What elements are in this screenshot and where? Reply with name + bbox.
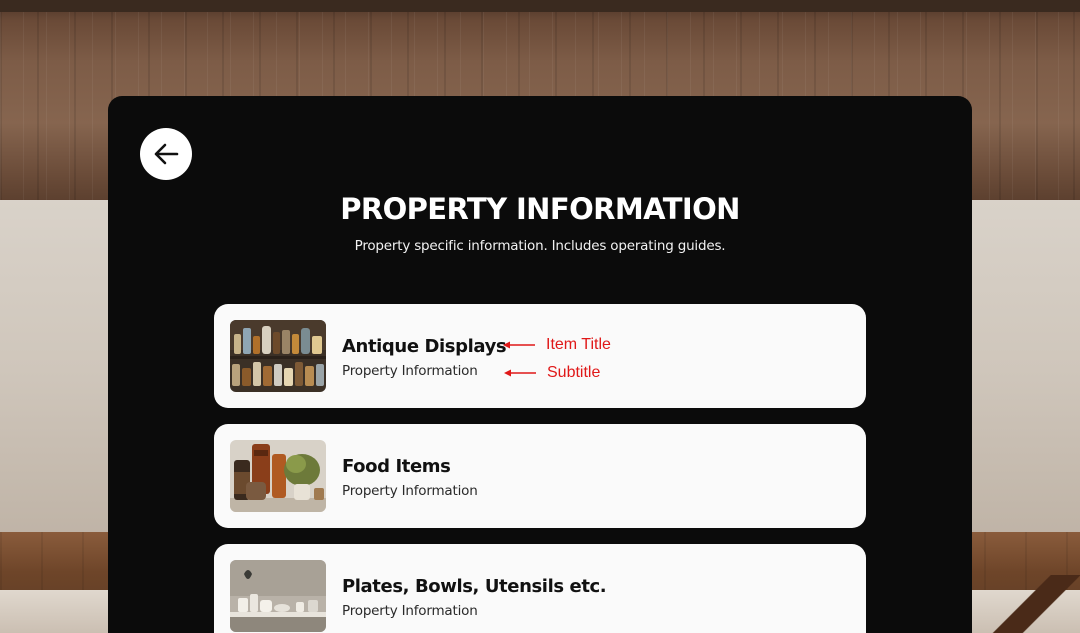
item-title: Food Items bbox=[342, 456, 451, 477]
list-item-antique-displays[interactable]: Antique Displays Property Information bbox=[214, 304, 866, 408]
arrow-left-icon bbox=[503, 341, 535, 349]
item-title: Plates, Bowls, Utensils etc. bbox=[342, 576, 607, 597]
arrow-left-icon bbox=[154, 143, 179, 165]
item-subtitle: Property Information bbox=[342, 603, 478, 619]
item-title: Antique Displays bbox=[342, 336, 507, 357]
background-wood-edge bbox=[0, 0, 1080, 12]
food-jars-thumbnail bbox=[230, 440, 326, 512]
annotation-subtitle-label: Subtitle bbox=[547, 364, 601, 381]
arrow-left-icon bbox=[504, 369, 536, 377]
item-subtitle: Property Information bbox=[342, 483, 478, 499]
annotation-item-title: Item Title bbox=[502, 336, 611, 354]
item-subtitle: Property Information bbox=[342, 363, 478, 379]
list-item-food-items[interactable]: Food Items Property Information bbox=[214, 424, 866, 528]
kitchen-shelf-thumbnail bbox=[230, 560, 326, 632]
list-item-plates-bowls-utensils[interactable]: Plates, Bowls, Utensils etc. Property In… bbox=[214, 544, 866, 633]
antique-bottles-thumbnail bbox=[230, 320, 326, 392]
annotation-item-title-label: Item Title bbox=[546, 336, 611, 353]
annotation-subtitle: Subtitle bbox=[503, 364, 600, 382]
background-pan-handle bbox=[990, 575, 1080, 633]
page-subtitle: Property specific information. Includes … bbox=[354, 238, 726, 254]
back-button[interactable] bbox=[140, 128, 192, 180]
page-title: PROPERTY INFORMATION bbox=[340, 192, 740, 226]
